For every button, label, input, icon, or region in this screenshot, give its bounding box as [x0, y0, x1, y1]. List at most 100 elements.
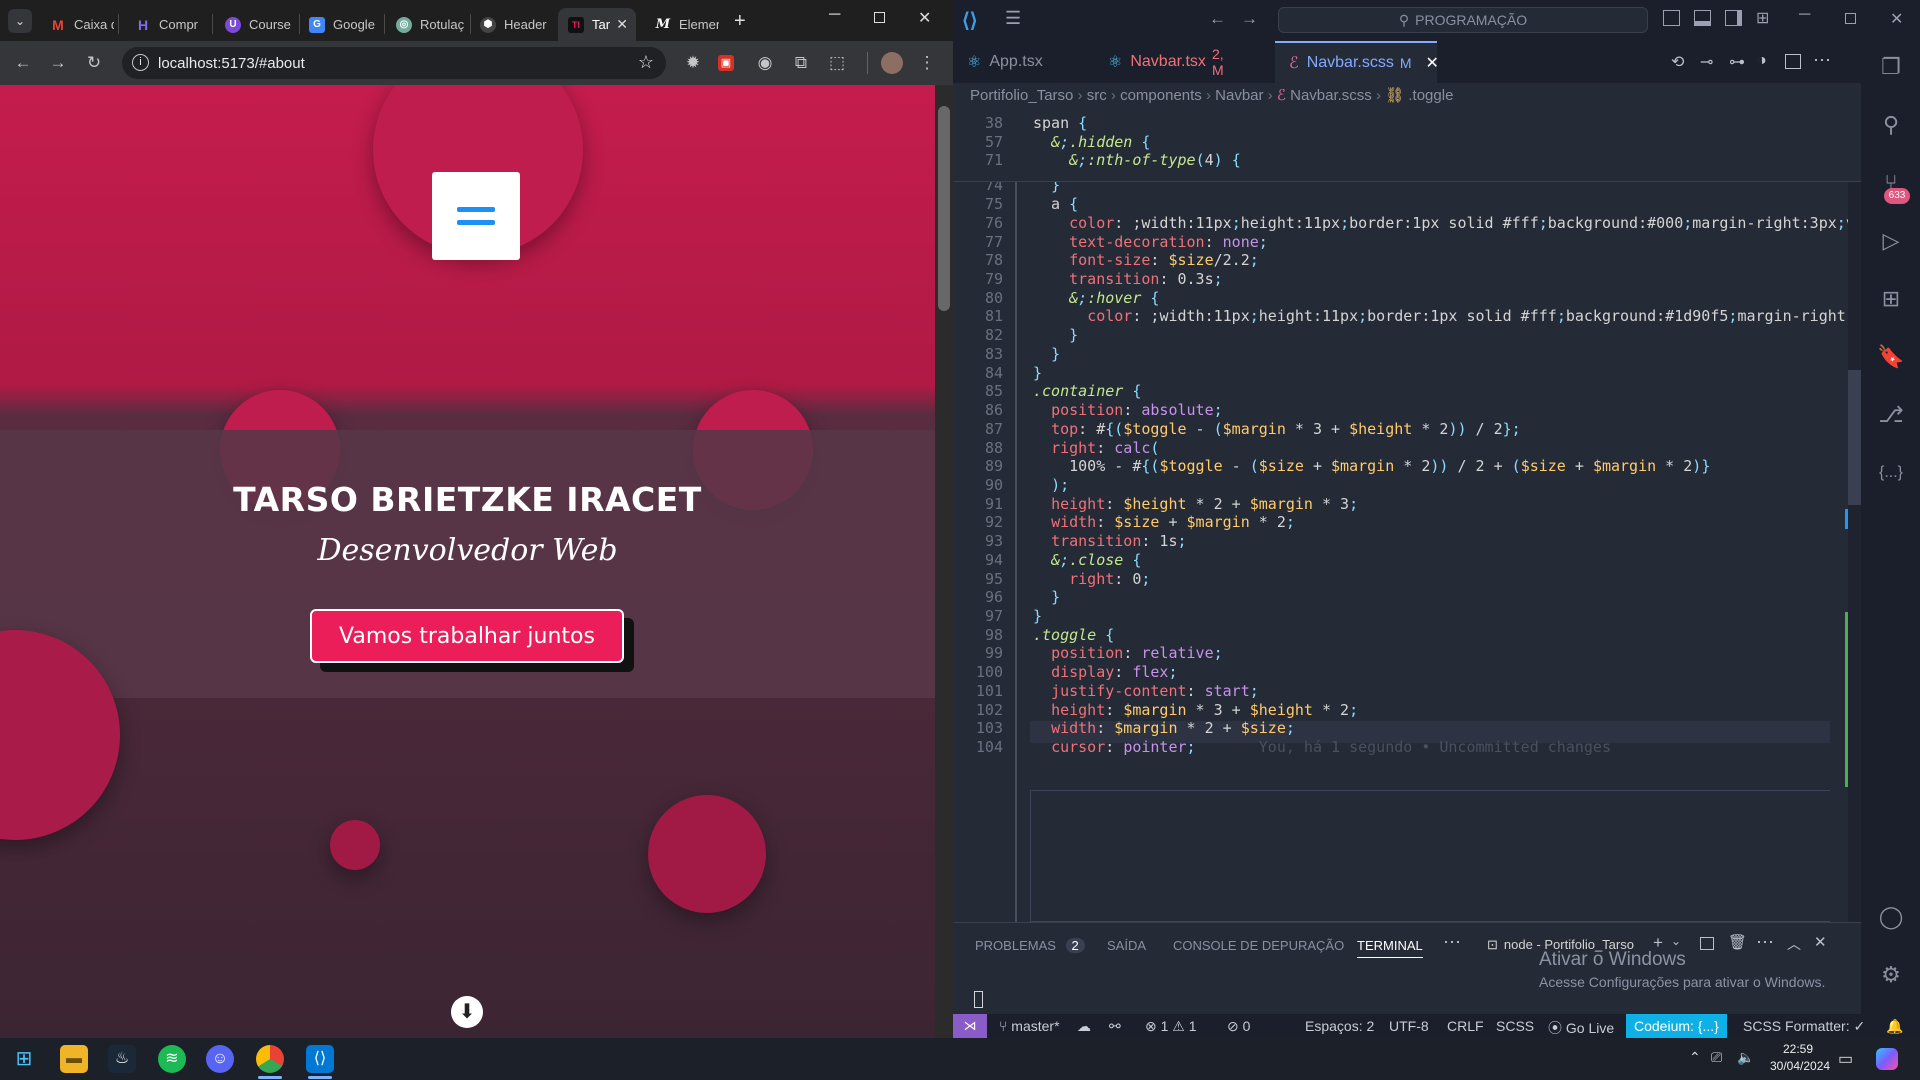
code-editor[interactable]: 72 transition-delay: 0s;73 }74 }75 a {76… [953, 110, 1861, 922]
browser-tab-header[interactable]: ⬢ Header [470, 8, 550, 41]
tab-search-button[interactable]: ⌄ [8, 9, 32, 33]
branch-indicator[interactable]: ⑂ master* [999, 1018, 1060, 1034]
search-icon[interactable]: ⚲ [1877, 111, 1905, 139]
clock-date[interactable]: 30/04/2024 [1770, 1059, 1830, 1073]
menu-icon[interactable]: ☰ [1005, 8, 1021, 29]
browser-tab-elementos[interactable]: M Elemen [645, 8, 719, 41]
encoding-indicator[interactable]: UTF-8 [1389, 1018, 1429, 1034]
sticky-code-line[interactable]: span { [1033, 114, 1087, 132]
breadcrumb-item[interactable]: .toggle [1408, 87, 1453, 104]
extensions-icon[interactable]: ⊞ [1877, 285, 1905, 313]
toggle-secondary-sidebar-icon[interactable] [1725, 10, 1742, 26]
browser-tab-active[interactable]: TI Tar ✕ [558, 8, 636, 41]
json-icon[interactable]: {...} [1877, 459, 1905, 487]
scroll-down-icon[interactable]: ⬇ [451, 996, 483, 1028]
steam-icon[interactable]: ♨ [108, 1045, 136, 1073]
reload-icon[interactable]: ↻ [83, 52, 105, 74]
trash-icon[interactable]: 🗑 [1728, 933, 1747, 951]
settings-gear-icon[interactable]: ⚙ [1877, 961, 1905, 989]
breadcrumb-item[interactable]: Navbar [1215, 87, 1263, 104]
timeline-icon[interactable]: ◑ [1757, 52, 1767, 70]
code-line[interactable]: top: #{($toggle - ($margin * 3 + $height… [1033, 420, 1521, 438]
code-line[interactable]: } [1033, 607, 1042, 625]
next-change-icon[interactable]: ⊶ [1729, 52, 1745, 72]
discord-icon[interactable]: ☺ [206, 1045, 234, 1073]
menu-toggle-button[interactable] [432, 172, 520, 260]
code-line[interactable]: justify-content: start; [1033, 682, 1259, 700]
code-line[interactable]: position: absolute; [1033, 401, 1223, 419]
language-indicator[interactable]: SCSS [1496, 1018, 1534, 1034]
close-window-icon[interactable]: ✕ [918, 8, 931, 28]
previous-change-icon[interactable]: ⊸ [1700, 52, 1713, 72]
maximize-panel-icon[interactable]: ︿ [1787, 934, 1801, 954]
close-panel-icon[interactable]: ✕ [1814, 933, 1827, 951]
volume-icon[interactable]: 🔈 [1737, 1049, 1754, 1066]
code-line[interactable]: right: 0; [1033, 570, 1150, 588]
minimize-icon[interactable]: ─ [1799, 6, 1810, 24]
panel-tab-output[interactable]: SAÍDA [1107, 938, 1146, 953]
code-line[interactable]: display: flex; [1033, 663, 1177, 681]
code-line[interactable]: color: ;width:11px;height:11px;border:1p… [1033, 214, 1861, 232]
code-line[interactable]: } [1033, 345, 1060, 363]
go-live-button[interactable]: ⦿ Go Live [1548, 1018, 1614, 1038]
git-graph-icon[interactable]: ⎇ [1877, 401, 1905, 429]
nav-back-icon[interactable]: ← [1209, 9, 1226, 29]
run-debug-icon[interactable]: ▷ [1877, 227, 1905, 255]
code-line[interactable]: height: $height * 2 + $margin * 3; [1033, 495, 1358, 513]
close-tab-icon[interactable]: ✕ [1426, 53, 1439, 73]
code-line[interactable]: .container { [1033, 382, 1141, 400]
code-line[interactable]: height: $margin * 3 + $height * 2; [1033, 701, 1358, 719]
notifications-bell-icon[interactable]: 🔔 [1886, 1018, 1903, 1035]
code-line[interactable]: 100% - #{($toggle - ($size + $margin * 2… [1033, 457, 1710, 475]
code-line[interactable]: font-size: $size/2.2; [1033, 251, 1259, 269]
remote-icon[interactable]: ⋊ [953, 1014, 987, 1038]
new-tab-button[interactable]: + [734, 10, 746, 33]
split-terminal-icon[interactable] [1700, 937, 1714, 950]
code-line[interactable]: position: relative; [1033, 644, 1223, 662]
maximize-icon[interactable] [874, 12, 885, 23]
vscode-taskbar-icon[interactable]: ⟨⟩ [306, 1045, 334, 1073]
code-line[interactable]: ); [1033, 476, 1069, 494]
bookmark-icon[interactable]: 🔖 [1877, 343, 1905, 371]
bookmark-star-icon[interactable]: ☆ [638, 52, 654, 73]
code-line[interactable]: .toggle { [1033, 626, 1114, 644]
browser-tab-google[interactable]: G Google [299, 8, 379, 41]
problems-indicator[interactable]: ⊗ 1 ⚠ 1 [1145, 1018, 1197, 1035]
code-line[interactable]: width: $size + $margin * 2; [1033, 513, 1295, 531]
indentation-indicator[interactable]: Espaços: 2 [1305, 1018, 1374, 1034]
code-line[interactable]: cursor: pointer; You, há 1 segundo • Unc… [1033, 738, 1611, 756]
browser-tab-gmail[interactable]: M Caixa d [40, 8, 114, 41]
site-info-icon[interactable]: i [132, 54, 149, 71]
toggle-panel-icon[interactable] [1694, 10, 1711, 26]
address-bar[interactable]: i localhost:5173/#about ☆ [122, 47, 666, 79]
breadcrumb-item[interactable]: components [1120, 87, 1202, 104]
code-line[interactable]: &;:hover { [1033, 289, 1159, 307]
editor-tab-navbar-scss[interactable]: ℰ Navbar.scss M ✕ [1275, 41, 1439, 83]
code-line[interactable]: } [1033, 588, 1060, 606]
customize-layout-icon[interactable]: ⊞ [1756, 8, 1769, 28]
extension-eye-icon[interactable]: ◉ [754, 52, 776, 74]
browser-tab-rotulacao[interactable]: ◎ Rotulaç [386, 8, 468, 41]
browser-tab-figma[interactable]: H Compr [125, 8, 209, 41]
more-actions-icon[interactable]: ⋯ [1813, 50, 1831, 71]
breadcrumb-item[interactable]: src [1087, 87, 1107, 104]
open-changes-icon[interactable]: ⟲ [1671, 52, 1684, 72]
close-tab-icon[interactable]: ✕ [616, 16, 628, 33]
code-line[interactable]: text-decoration: none; [1033, 233, 1268, 251]
extension-settings-icon[interactable]: ✹ [682, 52, 704, 74]
explorer-icon[interactable]: ❐ [1877, 53, 1905, 81]
terminal-more-icon[interactable]: ⋯ [1756, 932, 1774, 953]
codeium-status[interactable]: Codeium: {...} [1626, 1014, 1727, 1038]
cta-button[interactable]: Vamos trabalhar juntos [310, 609, 624, 663]
extensions-puzzle-icon[interactable]: ⬚ [826, 52, 848, 74]
extension-square-icon[interactable]: ⧉ [790, 52, 812, 74]
code-line[interactable]: a { [1033, 195, 1078, 213]
browser-tab-course[interactable]: U Course [215, 8, 305, 41]
breadcrumb-item[interactable]: Navbar.scss [1290, 87, 1372, 104]
code-line[interactable]: transition: 1s; [1033, 532, 1186, 550]
git-ext-icon[interactable]: ⚯ [1109, 1018, 1121, 1035]
sync-icon[interactable]: ☁ [1077, 1018, 1091, 1035]
toggle-sidebar-icon[interactable] [1663, 10, 1680, 26]
panel-tab-problems[interactable]: PROBLEMAS 2 [975, 938, 1085, 953]
forward-icon[interactable]: → [47, 52, 69, 74]
